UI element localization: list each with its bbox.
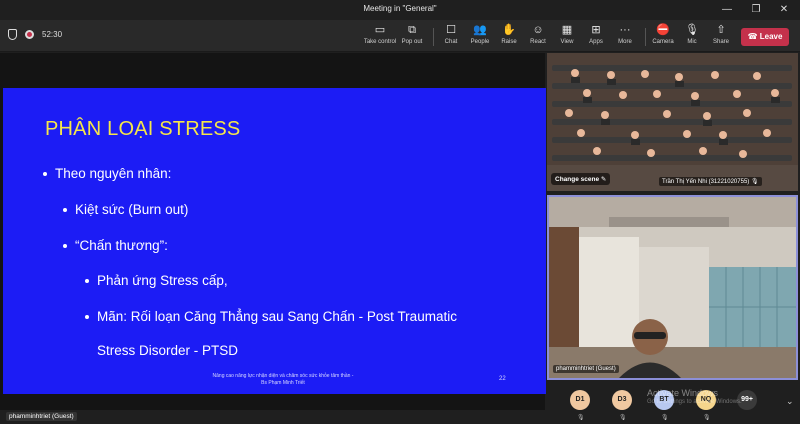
mic-off-icon: 🎙 [619, 415, 627, 421]
stage-bottom-bar: phamminhtriet (Guest) [0, 410, 545, 424]
slide-bullet: “Chấn thương”: [63, 238, 168, 253]
leave-button[interactable]: ☎ Leave [741, 28, 789, 46]
mic-off-icon: 🎙 [577, 415, 585, 421]
presenter-video-image [549, 197, 796, 378]
slide-bullet-continuation: Stress Disorder - PTSD [97, 343, 239, 358]
lecture-hall-image [547, 53, 798, 191]
participant-name-label: Trần Thị Yến Nhi (31221020755) 🎙 [659, 177, 762, 186]
change-scene-button[interactable]: Change scene ✎ [551, 173, 611, 185]
pop-out-button[interactable]: ⧉ Pop out [395, 23, 429, 51]
slide-bullet: Phản ứng Stress cấp, [85, 273, 228, 288]
more-icon: ··· [619, 24, 631, 36]
participant-name-label: phamminhtriet (Guest) [553, 365, 619, 373]
participant-video-hall[interactable]: Change scene ✎ Trần Thị Yến Nhi (3122102… [547, 53, 798, 191]
participant-video-presenter[interactable]: phamminhtriet (Guest) [547, 195, 798, 380]
slide-bullet: Kiệt sức (Burn out) [63, 202, 188, 217]
mic-off-icon: 🎙 [750, 179, 759, 185]
window-title: Meeting in "General" [363, 4, 437, 13]
chevron-down-icon[interactable]: ⌄ [786, 396, 794, 407]
recording-icon [25, 30, 34, 39]
phone-icon: ☎ [747, 32, 760, 41]
close-icon[interactable]: ✕ [773, 2, 795, 18]
mic-off-icon: 🎙 [703, 415, 711, 421]
presentation-slide: PHÂN LOẠI STRESS Theo nguyên nhân: Kiệt … [3, 88, 546, 394]
avatar[interactable]: D3 [612, 390, 632, 410]
title-bar: Meeting in "General" — ❐ ✕ [0, 0, 800, 20]
take-control-button[interactable]: ▭ Take control [363, 23, 397, 51]
share-icon: ⇧ [716, 24, 726, 36]
slide-title: PHÂN LOẠI STRESS [45, 118, 241, 140]
activate-windows-watermark: Activate Windows [647, 388, 719, 398]
share-button[interactable]: ⇧ Share [704, 23, 738, 51]
mic-off-icon: 🎙 [661, 415, 669, 421]
minimize-icon[interactable]: — [716, 2, 738, 18]
maximize-icon[interactable]: ❐ [745, 2, 767, 18]
slide-bullet: Theo nguyên nhân: [43, 166, 171, 181]
slide-footer: Nâng cao năng lực nhận diện và chăm sóc … [212, 373, 354, 386]
pop-out-icon: ⧉ [408, 24, 416, 36]
activate-windows-subtext: Go to Settings to activate Windows. [647, 399, 742, 405]
meeting-timer: 52:30 [42, 30, 63, 39]
more-button[interactable]: ··· More [608, 23, 642, 51]
take-control-icon: ▭ [374, 24, 386, 36]
slide-page-number: 22 [499, 376, 506, 382]
shield-icon [8, 29, 17, 40]
avatar[interactable]: D1 [570, 390, 590, 410]
presenter-label: phamminhtriet (Guest) [6, 412, 77, 421]
meeting-toolbar: 52:30 ▭ Take control ⧉ Pop out ☐ Chat 👥 … [0, 20, 800, 52]
slide-bullet: Mãn: Rối loạn Căng Thẳng sau Sang Chấn -… [85, 309, 457, 324]
